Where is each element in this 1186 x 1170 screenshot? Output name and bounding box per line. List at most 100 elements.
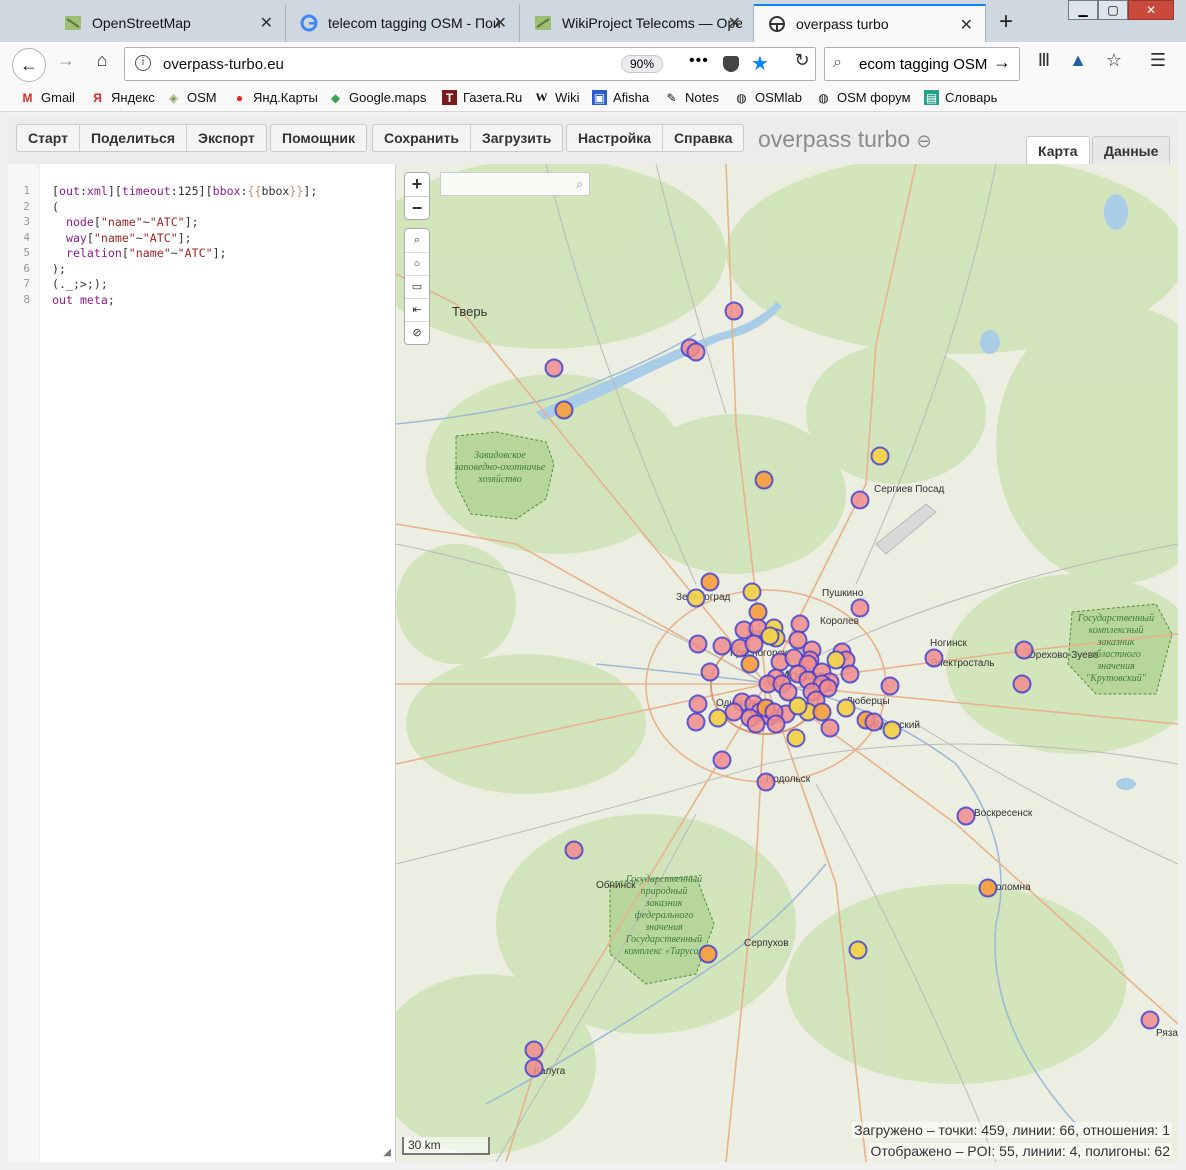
menu-icon[interactable]: ☰: [1144, 50, 1172, 71]
tab-wikiproject[interactable]: WikiProject Telecoms — Ope ✕: [520, 4, 754, 42]
poi-marker[interactable]: [924, 648, 944, 668]
poi-marker[interactable]: [740, 654, 760, 674]
poi-marker[interactable]: [760, 626, 780, 646]
minimize-icon[interactable]: ▁: [1068, 0, 1098, 20]
poi-marker[interactable]: [544, 358, 564, 378]
extension-icon[interactable]: ☆: [1100, 50, 1128, 71]
poi-marker[interactable]: [746, 714, 766, 734]
poi-marker[interactable]: [870, 446, 890, 466]
poi-marker[interactable]: [880, 676, 900, 696]
bookmark-star-icon[interactable]: ★: [751, 51, 769, 76]
zoom-to-data-icon[interactable]: ⌕: [405, 229, 429, 252]
poi-marker[interactable]: [742, 582, 762, 602]
poi-marker[interactable]: [524, 1058, 544, 1078]
resize-handle-icon[interactable]: ◢: [383, 1147, 391, 1158]
zoom-out-button[interactable]: −: [405, 196, 429, 219]
poi-marker[interactable]: [744, 634, 764, 654]
poi-marker[interactable]: [698, 944, 718, 964]
bookmark-osm-forum[interactable]: ◍ OSM форум: [816, 90, 910, 105]
poi-marker[interactable]: [820, 718, 840, 738]
export-button[interactable]: Экспорт: [187, 125, 266, 151]
help-button[interactable]: Справка: [663, 125, 743, 151]
poi-marker[interactable]: [1140, 1010, 1160, 1030]
save-button[interactable]: Сохранить: [373, 125, 471, 151]
poi-marker[interactable]: [978, 878, 998, 898]
poi-marker[interactable]: [756, 772, 776, 792]
new-tab-button[interactable]: +: [992, 8, 1020, 36]
home-button[interactable]: ⌂: [88, 50, 116, 71]
poi-marker[interactable]: [956, 806, 976, 826]
poi-marker[interactable]: [712, 750, 732, 770]
poi-marker[interactable]: [708, 708, 728, 728]
zoom-in-button[interactable]: +: [405, 173, 429, 196]
poi-marker[interactable]: [840, 664, 860, 684]
bookmark-wiki[interactable]: W Wiki: [534, 90, 580, 105]
poi-marker[interactable]: [700, 662, 720, 682]
poi-marker[interactable]: [700, 572, 720, 592]
search-bar[interactable]: ⌕ ecom tagging OSM →: [824, 47, 1020, 81]
zoom-indicator[interactable]: 90%: [621, 55, 664, 73]
poi-marker[interactable]: [688, 694, 708, 714]
bookmark-google-maps[interactable]: ◆ Google.maps: [328, 90, 426, 105]
image-export-icon[interactable]: ▭: [405, 275, 429, 298]
poi-marker[interactable]: [812, 702, 832, 722]
poi-marker[interactable]: [786, 728, 806, 748]
poi-marker[interactable]: [686, 588, 706, 608]
query-editor[interactable]: 1 2 3 4 5 6 7 8 [out:xml][timeout:125][b…: [8, 164, 396, 1162]
poi-marker[interactable]: [748, 602, 768, 622]
poi-marker[interactable]: [864, 712, 884, 732]
poi-marker[interactable]: [790, 614, 810, 634]
sync-icon[interactable]: ▲: [1064, 50, 1092, 71]
search-go-icon[interactable]: →: [993, 52, 1011, 73]
poi-marker[interactable]: [724, 301, 744, 321]
bookmark-gmail[interactable]: M Gmail: [20, 90, 75, 105]
poi-marker[interactable]: [712, 636, 732, 656]
url-bar[interactable]: i overpass-turbo.eu 90% ••• ★: [124, 47, 816, 81]
close-tab-icon[interactable]: ✕: [260, 13, 273, 33]
poi-marker[interactable]: [882, 720, 902, 740]
tab-data[interactable]: Данные: [1092, 136, 1171, 164]
map-view[interactable]: ТверьСергиев ПосадЗеленоградПушкиноКорол…: [396, 164, 1178, 1162]
poi-marker[interactable]: [850, 490, 870, 510]
poi-marker[interactable]: [766, 714, 786, 734]
poi-marker[interactable]: [1014, 640, 1034, 660]
load-button[interactable]: Загрузить: [471, 125, 562, 151]
bookmark-osmlab[interactable]: ◍ OSMlab: [734, 90, 802, 105]
library-icon[interactable]: Ⅲ: [1030, 50, 1058, 71]
poi-marker[interactable]: [524, 1040, 544, 1060]
map-search-input[interactable]: ⌕: [440, 172, 590, 196]
poi-marker[interactable]: [826, 650, 846, 670]
poi-marker[interactable]: [564, 840, 584, 860]
map-canvas[interactable]: ТверьСергиев ПосадЗеленоградПушкиноКорол…: [396, 164, 1178, 1162]
start-button[interactable]: Старт: [17, 125, 80, 151]
share-button[interactable]: Поделиться: [80, 125, 188, 151]
bookmark-afisha[interactable]: ▣ Afisha: [592, 90, 649, 105]
forward-button[interactable]: →: [52, 50, 80, 71]
poi-marker[interactable]: [724, 702, 744, 722]
poi-marker[interactable]: [788, 696, 808, 716]
bookmark-yandex[interactable]: Я Яндекс: [90, 90, 155, 105]
tab-openstreetmap[interactable]: OpenStreetMap ✕: [50, 4, 286, 42]
poi-marker[interactable]: [836, 698, 856, 718]
poi-marker[interactable]: [754, 470, 774, 490]
poi-marker[interactable]: [850, 598, 870, 618]
bookmark-notes[interactable]: ✎ Notes: [664, 90, 719, 105]
maximize-icon[interactable]: ▢: [1098, 0, 1128, 20]
close-tab-icon[interactable]: ✕: [494, 13, 507, 33]
tab-map[interactable]: Карта: [1026, 136, 1090, 164]
page-actions-icon[interactable]: •••: [689, 52, 709, 70]
site-info-icon[interactable]: i: [135, 55, 151, 71]
close-tab-icon[interactable]: ✕: [960, 15, 973, 35]
poi-marker[interactable]: [1012, 674, 1032, 694]
poi-marker[interactable]: [848, 940, 868, 960]
wizard-button[interactable]: Помощник: [271, 125, 366, 151]
poi-marker[interactable]: [688, 634, 708, 654]
close-tab-icon[interactable]: ✕: [728, 13, 741, 33]
poi-marker[interactable]: [554, 400, 574, 420]
bookmark-yandex-maps[interactable]: ● Янд.Карты: [232, 90, 318, 105]
reload-button[interactable]: ↻: [788, 50, 816, 71]
fullscreen-icon[interactable]: ⇤: [405, 298, 429, 321]
bookmark-dictionary[interactable]: ▤ Словарь: [924, 90, 997, 105]
pocket-icon[interactable]: [723, 56, 739, 72]
close-window-icon[interactable]: ✕: [1128, 0, 1174, 20]
